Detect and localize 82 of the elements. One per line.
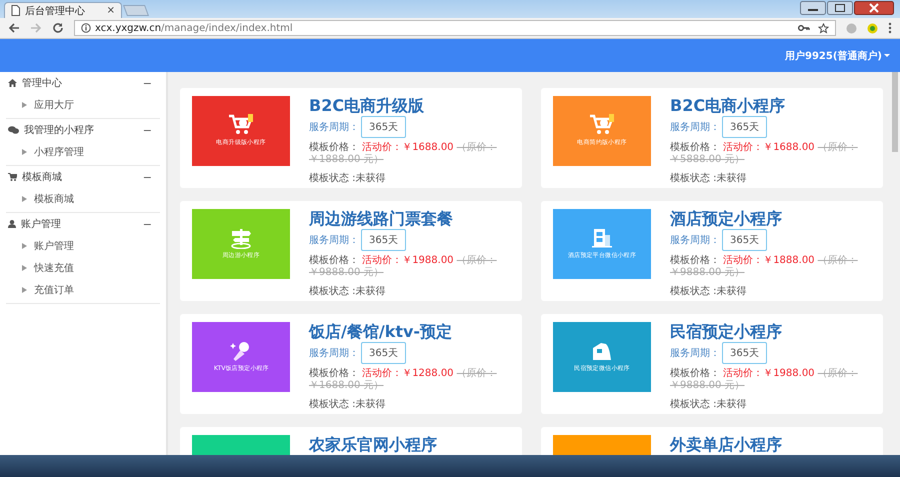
status-text: 模板状态 :未获得 bbox=[670, 284, 747, 298]
key-icon[interactable] bbox=[798, 24, 810, 32]
collapse-toggle[interactable]: − bbox=[142, 76, 158, 90]
triangle-icon bbox=[22, 102, 27, 108]
template-title[interactable]: B2C电商升级版 bbox=[309, 96, 424, 115]
price-text: 模板价格： 活动价：￥1988.00 （原价：￥9888.00 元） bbox=[670, 368, 859, 392]
price-text: 模板价格： 活动价：￥1888.00 （原价：￥9888.00 元） bbox=[670, 255, 859, 279]
period-label: 服务周期： bbox=[670, 346, 720, 360]
template-title[interactable]: 饭店/餐馆/ktv-预定 bbox=[309, 322, 452, 341]
group-label: 模板商城 bbox=[22, 170, 63, 184]
price-text: 模板价格： 活动价：￥1688.00 （原价：￥5888.00 元） bbox=[670, 142, 859, 166]
cart-icon bbox=[228, 114, 254, 136]
period-label: 服务周期： bbox=[309, 120, 359, 134]
period-label: 服务周期： bbox=[670, 234, 720, 247]
period-option[interactable]: 365天 bbox=[361, 116, 406, 138]
template-title[interactable]: 酒店预定小程序 bbox=[670, 209, 782, 228]
chat-icon bbox=[8, 126, 19, 134]
status-text: 模板状态 :未获得 bbox=[309, 284, 386, 298]
price-text: 模板价格： 活动价：￥1288.00 （原价：￥1688.00 元） bbox=[309, 368, 498, 392]
menu-icon[interactable] bbox=[888, 22, 892, 34]
user-icon bbox=[8, 220, 16, 228]
triangle-icon bbox=[22, 265, 27, 271]
tab-title: 后台管理中心 bbox=[25, 4, 86, 18]
status-text: 模板状态 :未获得 bbox=[309, 398, 386, 411]
cart-icon bbox=[589, 114, 615, 136]
sidebar-item[interactable]: 小程序管理 bbox=[6, 141, 160, 163]
user-menu[interactable]: 用户9925(普通商户) bbox=[785, 48, 890, 62]
price-text: 模板价格： 活动价：￥1688.00 （原价：￥1888.00 元） bbox=[309, 142, 498, 166]
sidebar-group[interactable]: 账户管理 − bbox=[6, 213, 160, 235]
period-option[interactable]: 365天 bbox=[722, 229, 768, 251]
group-label: 管理中心 bbox=[22, 76, 63, 90]
reload-icon[interactable] bbox=[52, 22, 64, 34]
group-label: 账户管理 bbox=[21, 218, 62, 231]
template-title[interactable]: 周边游线路门票套餐 bbox=[309, 209, 453, 228]
price-text: 模板价格： 活动价：￥1988.00 （原价：￥9888.00 元） bbox=[309, 255, 498, 279]
extension-icon[interactable] bbox=[867, 22, 878, 34]
sidebar-group[interactable]: 我管理的小程序 − bbox=[6, 119, 160, 141]
group-label: 我管理的小程序 bbox=[24, 124, 95, 137]
period-label: 服务周期： bbox=[309, 346, 359, 360]
status-text: 模板状态 :未获得 bbox=[670, 172, 747, 185]
period-label: 服务周期： bbox=[670, 120, 720, 134]
page-icon bbox=[11, 5, 20, 16]
collapse-toggle[interactable]: − bbox=[142, 170, 158, 184]
collapse-toggle[interactable]: − bbox=[142, 218, 158, 230]
sidebar-item[interactable]: 模板商城 bbox=[6, 188, 160, 210]
template-title[interactable]: 农家乐官网小程序 bbox=[309, 435, 437, 454]
triangle-icon bbox=[22, 243, 27, 249]
caret-icon bbox=[884, 54, 890, 58]
building-icon bbox=[589, 227, 615, 249]
sidebar-group[interactable]: 管理中心 − bbox=[6, 72, 160, 94]
template-title[interactable]: 民宿预定小程序 bbox=[670, 322, 782, 341]
minimize-icon[interactable] bbox=[800, 1, 826, 15]
sidebar-item[interactable]: 账户管理 bbox=[6, 235, 160, 257]
triangle-icon bbox=[22, 196, 27, 202]
triangle-icon bbox=[22, 287, 27, 293]
home-icon bbox=[8, 79, 17, 87]
template-title[interactable]: B2C电商小程序 bbox=[670, 96, 786, 115]
period-option[interactable]: 365天 bbox=[722, 116, 768, 138]
browser-tab[interactable]: 后台管理中心 × bbox=[4, 2, 122, 18]
sidebar-item[interactable]: 应用大厅 bbox=[6, 94, 160, 116]
template-title[interactable]: 外卖单店小程序 bbox=[670, 435, 782, 454]
period-label: 服务周期： bbox=[309, 234, 359, 247]
url-host: xcx.yxgzw.cn bbox=[95, 22, 162, 34]
sidebar-item[interactable]: 充值订单 bbox=[6, 279, 160, 301]
cart-icon bbox=[8, 173, 17, 181]
triangle-icon bbox=[22, 149, 27, 155]
info-icon bbox=[81, 23, 91, 33]
collapse-toggle[interactable]: − bbox=[142, 124, 158, 136]
sidebar-item[interactable]: 快速充值 bbox=[6, 257, 160, 279]
period-option[interactable]: 365天 bbox=[722, 342, 768, 364]
address-bar[interactable]: xcx.yxgzw.cn/manage/index/index.html bbox=[74, 20, 836, 36]
back-icon[interactable] bbox=[8, 22, 20, 34]
maximize-icon[interactable] bbox=[827, 1, 853, 15]
status-text: 模板状态 :未获得 bbox=[670, 398, 747, 411]
sidebar-group[interactable]: 模板商城 − bbox=[6, 166, 160, 188]
status-text: 模板状态 :未获得 bbox=[309, 172, 386, 185]
close-icon[interactable] bbox=[854, 1, 894, 15]
tab-close-button[interactable]: × bbox=[106, 5, 115, 16]
period-option[interactable]: 365天 bbox=[361, 342, 406, 364]
star-icon[interactable] bbox=[818, 22, 829, 34]
period-option[interactable]: 365天 bbox=[361, 229, 406, 251]
url-path: /manage/index/index.html bbox=[161, 22, 293, 34]
